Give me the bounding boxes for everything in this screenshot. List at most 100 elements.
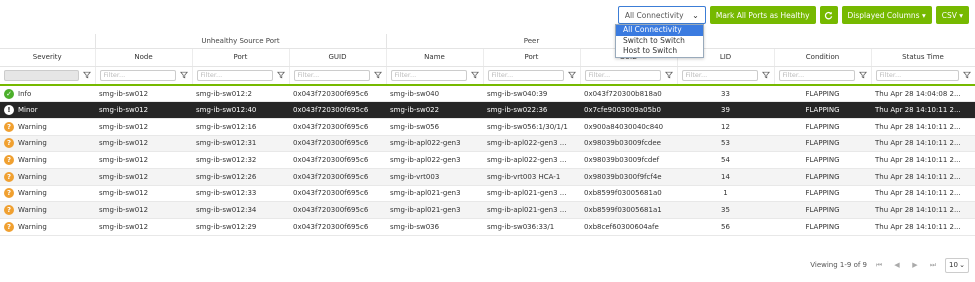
severity-label: Warning	[18, 139, 47, 148]
peer-name-cell: smg-ib-sw022	[386, 101, 483, 119]
page-size-value: 10	[949, 261, 958, 269]
filter-icon[interactable]	[179, 71, 188, 79]
option-host-to-switch[interactable]: Host to Switch	[616, 46, 703, 57]
status-time-cell: Thu Apr 28 14:10:11 2...	[871, 151, 975, 169]
filter-input[interactable]: Filter...	[487, 69, 564, 81]
col-condition[interactable]: Condition	[774, 48, 872, 67]
filter-input[interactable]: Filter...	[875, 69, 959, 81]
prev-page-icon[interactable]: ◀	[891, 258, 903, 272]
filter-input[interactable]: Filter...	[196, 69, 273, 81]
page-size-select[interactable]: 10 ⌄	[945, 257, 969, 273]
filter-input[interactable]: Filter...	[584, 69, 661, 81]
last-page-icon[interactable]: ⏭	[927, 258, 939, 272]
filter-cell: Filter...	[289, 66, 387, 86]
port-cell: smg-ib-sw012:33	[192, 185, 289, 203]
condition-cell: FLAPPING	[774, 101, 871, 119]
option-all-connectivity[interactable]: All Connectivity	[616, 25, 703, 36]
filter-icon[interactable]	[858, 71, 867, 79]
status-time-cell: Thu Apr 28 14:10:11 2...	[871, 168, 975, 186]
peer-name-cell: smg-ib-apl021-gen3	[386, 201, 483, 219]
col-peer-name[interactable]: Name	[386, 48, 484, 67]
check-circle-icon: ✓	[4, 88, 14, 99]
table-row[interactable]: ? Warning smg-ib-sw012 smg-ib-sw012:33 0x043…	[0, 185, 975, 203]
peer-name-cell: smg-ib-apl022-gen3	[386, 151, 483, 169]
table-row[interactable]: ? Warning smg-ib-sw012 smg-ib-sw012:26 0x043…	[0, 168, 975, 186]
guid-cell: 0x043f720300f695c6	[289, 135, 386, 153]
port-cell: smg-ib-sw012:16	[192, 118, 289, 136]
question-circle-icon: ?	[4, 155, 14, 166]
filter-input[interactable]: Filter...	[390, 69, 467, 81]
filter-row: Filter... Filter... Filter... Filter... Filt…	[0, 66, 975, 86]
filter-icon[interactable]	[567, 71, 576, 79]
refresh-icon	[824, 11, 833, 19]
filter-icon[interactable]	[470, 71, 479, 79]
table-row[interactable]: ? Warning smg-ib-sw012 smg-ib-sw012:32 0x043…	[0, 151, 975, 169]
table-row[interactable]: ? Warning smg-ib-sw012 smg-ib-sw012:34 0x043…	[0, 201, 975, 219]
col-port[interactable]: Port	[192, 48, 290, 67]
peer-port-cell: smg-ib-apl021-gen3 ...	[483, 185, 580, 203]
filter-input[interactable]: Filter...	[293, 69, 370, 81]
node-cell: smg-ib-sw012	[95, 101, 192, 119]
filter-input[interactable]: Filter...	[681, 69, 758, 81]
condition-cell: FLAPPING	[774, 135, 871, 153]
filter-input[interactable]: Filter...	[778, 69, 855, 81]
filter-icon[interactable]	[373, 71, 382, 79]
table-row[interactable]: ? Warning smg-ib-sw012 smg-ib-sw012:29 0x043…	[0, 218, 975, 236]
connectivity-select[interactable]: All Connectivity ⌄	[617, 6, 706, 24]
csv-button[interactable]: CSV ▾	[935, 6, 969, 24]
severity-filter-select[interactable]	[4, 69, 79, 81]
table-row[interactable]: ! Minor smg-ib-sw012 smg-ib-sw012:40 0x043f7…	[0, 101, 975, 119]
filter-icon[interactable]	[962, 71, 971, 79]
refresh-button[interactable]	[819, 6, 838, 24]
table-row[interactable]: ? Warning smg-ib-sw012 smg-ib-sw012:31 0x043…	[0, 135, 975, 153]
option-switch-to-switch[interactable]: Switch to Switch	[616, 36, 703, 47]
severity-label: Warning	[18, 156, 47, 165]
peer-guid-cell: 0x900a84030040c840	[580, 118, 677, 136]
lid-cell: 35	[677, 201, 774, 219]
condition-cell: FLAPPING	[774, 168, 871, 186]
filter-icon[interactable]	[276, 71, 285, 79]
condition-cell: FLAPPING	[774, 151, 871, 169]
peer-guid-cell: 0x98039b0300f9fcf4e	[580, 168, 677, 186]
filter-icon[interactable]	[761, 71, 770, 79]
col-guid[interactable]: GUID	[289, 48, 387, 67]
col-node[interactable]: Node	[95, 48, 193, 67]
peer-port-cell: smg-ib-apl022-gen3 ...	[483, 151, 580, 169]
col-peer-port[interactable]: Port	[483, 48, 581, 67]
filter-cell	[0, 66, 96, 86]
node-cell: smg-ib-sw012	[95, 185, 192, 203]
severity-label: Warning	[18, 122, 47, 131]
node-cell: smg-ib-sw012	[95, 201, 192, 219]
condition-cell: FLAPPING	[774, 85, 871, 103]
status-time-cell: Thu Apr 28 14:10:11 2...	[871, 201, 975, 219]
question-circle-icon: ?	[4, 138, 14, 149]
peer-guid-cell: 0x98039b03009fcdef	[580, 151, 677, 169]
displayed-columns-button[interactable]: Displayed Columns ▾	[841, 6, 932, 24]
col-severity[interactable]: Severity	[0, 48, 96, 67]
condition-cell: FLAPPING	[774, 185, 871, 203]
table-row[interactable]: ? Warning smg-ib-sw012 smg-ib-sw012:16 0x043…	[0, 118, 975, 136]
filter-cell: Filter...	[95, 66, 193, 86]
filter-cell: Filter...	[871, 66, 975, 86]
toolbar: All Connectivity ⌄ Mark All Ports as Hea…	[617, 6, 969, 24]
filter-icon[interactable]	[664, 71, 673, 79]
status-time-cell: Thu Apr 28 14:04:08 2...	[871, 85, 975, 103]
lid-cell: 33	[677, 85, 774, 103]
first-page-icon[interactable]: ⏮	[873, 258, 885, 272]
col-status-time[interactable]: Status Time	[871, 48, 975, 67]
mark-all-healthy-button[interactable]: Mark All Ports as Healthy	[709, 6, 816, 24]
condition-cell: FLAPPING	[774, 118, 871, 136]
guid-cell: 0x043f720300f695c6	[289, 201, 386, 219]
connectivity-dropdown: All Connectivity Switch to Switch Host t…	[615, 24, 704, 58]
chevron-down-icon: ⌄	[692, 10, 699, 20]
filter-icon[interactable]	[82, 71, 91, 79]
viewing-text: Viewing 1-9 of 9	[810, 261, 867, 269]
status-time-cell: Thu Apr 28 14:10:11 2...	[871, 118, 975, 136]
peer-guid-cell: 0xb8599f03005681a1	[580, 201, 677, 219]
table-row[interactable]: ✓ Info smg-ib-sw012 smg-ib-sw012:2 0x043f720…	[0, 85, 975, 103]
status-time-cell: Thu Apr 28 14:10:11 2...	[871, 135, 975, 153]
column-headers: Severity Node Port GUID Name Port GUID L…	[0, 48, 975, 67]
next-page-icon[interactable]: ▶	[909, 258, 921, 272]
filter-input[interactable]: Filter...	[99, 69, 176, 81]
filter-cell: Filter...	[677, 66, 775, 86]
